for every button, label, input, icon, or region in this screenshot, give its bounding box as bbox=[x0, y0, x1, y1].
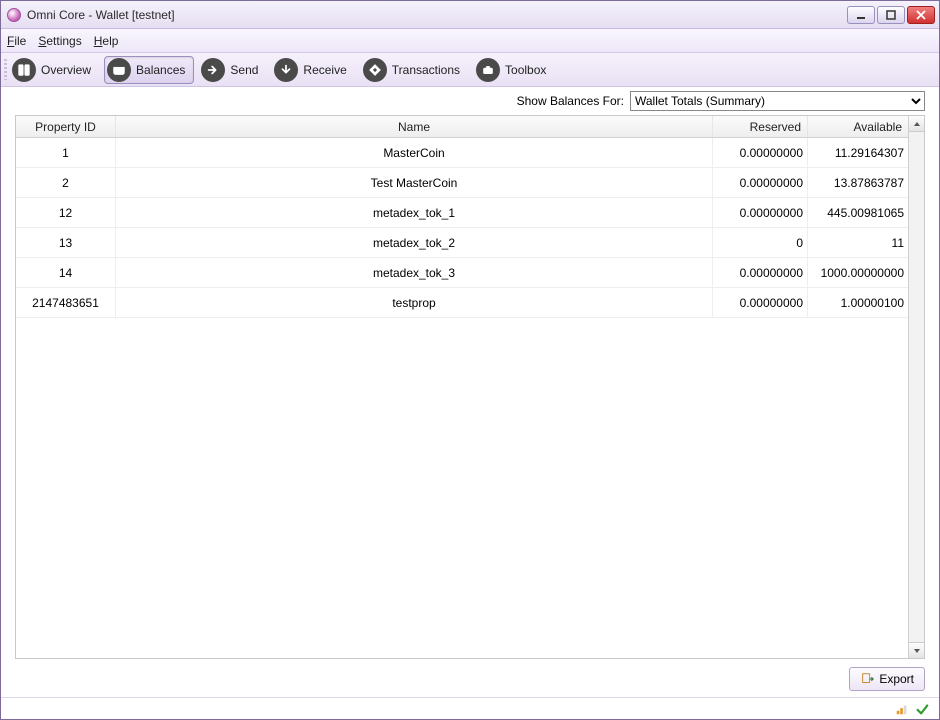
transactions-button[interactable]: Transactions bbox=[360, 56, 469, 84]
cell-reserved: 0.00000000 bbox=[713, 168, 808, 197]
table-body: 1MasterCoin0.0000000011.291643072Test Ma… bbox=[16, 138, 908, 658]
menu-settings[interactable]: Settings bbox=[38, 34, 81, 48]
balances-table: Property ID Name Reserved Available 1Mas… bbox=[16, 116, 908, 658]
transactions-label: Transactions bbox=[392, 63, 460, 77]
table-row[interactable]: 1MasterCoin0.0000000011.29164307 bbox=[16, 138, 908, 168]
balances-table-wrap: Property ID Name Reserved Available 1Mas… bbox=[15, 115, 925, 659]
balances-button[interactable]: Balances bbox=[104, 56, 194, 84]
cell-name: metadex_tok_3 bbox=[116, 258, 713, 287]
cell-property-id: 2 bbox=[16, 168, 116, 197]
col-property-id[interactable]: Property ID bbox=[16, 116, 116, 137]
export-bar: Export bbox=[1, 667, 939, 697]
chevron-up-icon bbox=[913, 120, 921, 128]
menubar: File Settings Help bbox=[1, 29, 939, 53]
scroll-track[interactable] bbox=[909, 132, 924, 642]
menu-file[interactable]: File bbox=[7, 34, 26, 48]
maximize-icon bbox=[886, 10, 896, 20]
receive-label: Receive bbox=[303, 63, 346, 77]
app-icon bbox=[7, 8, 21, 22]
cell-available: 445.00981065 bbox=[808, 198, 908, 227]
scroll-up-button[interactable] bbox=[909, 116, 924, 132]
table-row[interactable]: 2147483651testprop0.000000001.00000100 bbox=[16, 288, 908, 318]
cell-property-id: 13 bbox=[16, 228, 116, 257]
cell-available: 1.00000100 bbox=[808, 288, 908, 317]
close-icon bbox=[916, 10, 926, 20]
menu-help-rest: elp bbox=[102, 34, 118, 48]
cell-reserved: 0 bbox=[713, 228, 808, 257]
maximize-button[interactable] bbox=[877, 6, 905, 24]
transactions-icon bbox=[363, 58, 387, 82]
table-header: Property ID Name Reserved Available bbox=[16, 116, 908, 138]
menu-file-rest: ile bbox=[14, 34, 26, 48]
cell-reserved: 0.00000000 bbox=[713, 138, 808, 167]
show-balances-label: Show Balances For: bbox=[517, 94, 624, 108]
window-title: Omni Core - Wallet [testnet] bbox=[27, 8, 847, 22]
chevron-down-icon bbox=[913, 647, 921, 655]
menu-settings-rest: ettings bbox=[46, 34, 81, 48]
cell-name: metadex_tok_2 bbox=[116, 228, 713, 257]
cell-property-id: 12 bbox=[16, 198, 116, 227]
cell-available: 1000.00000000 bbox=[808, 258, 908, 287]
col-available[interactable]: Available bbox=[808, 116, 908, 137]
network-bars-icon bbox=[895, 702, 909, 716]
table-row[interactable]: 2Test MasterCoin0.0000000013.87863787 bbox=[16, 168, 908, 198]
cell-reserved: 0.00000000 bbox=[713, 198, 808, 227]
overview-icon bbox=[12, 58, 36, 82]
vertical-scrollbar[interactable] bbox=[908, 116, 924, 658]
cell-property-id: 1 bbox=[16, 138, 116, 167]
cell-available: 11.29164307 bbox=[808, 138, 908, 167]
cell-reserved: 0.00000000 bbox=[713, 288, 808, 317]
minimize-icon bbox=[856, 10, 866, 20]
overview-label: Overview bbox=[41, 63, 91, 77]
cell-name: testprop bbox=[116, 288, 713, 317]
scroll-down-button[interactable] bbox=[909, 642, 924, 658]
overview-button[interactable]: Overview bbox=[9, 56, 100, 84]
show-balances-select[interactable]: Wallet Totals (Summary) bbox=[630, 91, 925, 111]
export-button[interactable]: Export bbox=[849, 667, 925, 691]
receive-button[interactable]: Receive bbox=[271, 56, 355, 84]
cell-property-id: 2147483651 bbox=[16, 288, 116, 317]
cell-property-id: 14 bbox=[16, 258, 116, 287]
send-icon bbox=[201, 58, 225, 82]
cell-name: MasterCoin bbox=[116, 138, 713, 167]
menu-help[interactable]: Help bbox=[94, 34, 119, 48]
cell-name: metadex_tok_1 bbox=[116, 198, 713, 227]
toolbox-label: Toolbox bbox=[505, 63, 546, 77]
toolbox-icon bbox=[476, 58, 500, 82]
minimize-button[interactable] bbox=[847, 6, 875, 24]
statusbar bbox=[1, 697, 939, 719]
sync-check-icon bbox=[915, 702, 929, 716]
app-window: Omni Core - Wallet [testnet] File Settin… bbox=[0, 0, 940, 720]
balances-icon bbox=[107, 58, 131, 82]
balances-label: Balances bbox=[136, 63, 185, 77]
col-name[interactable]: Name bbox=[116, 116, 713, 137]
send-label: Send bbox=[230, 63, 258, 77]
export-label: Export bbox=[879, 672, 914, 686]
send-button[interactable]: Send bbox=[198, 56, 267, 84]
titlebar: Omni Core - Wallet [testnet] bbox=[1, 1, 939, 29]
export-icon bbox=[860, 672, 874, 686]
table-row[interactable]: 12metadex_tok_10.00000000445.00981065 bbox=[16, 198, 908, 228]
cell-available: 11 bbox=[808, 228, 908, 257]
close-button[interactable] bbox=[907, 6, 935, 24]
cell-available: 13.87863787 bbox=[808, 168, 908, 197]
cell-reserved: 0.00000000 bbox=[713, 258, 808, 287]
table-row[interactable]: 13metadex_tok_2011 bbox=[16, 228, 908, 258]
toolbox-button[interactable]: Toolbox bbox=[473, 56, 555, 84]
toolbar: Overview Balances Send Receive Transacti… bbox=[1, 53, 939, 87]
receive-icon bbox=[274, 58, 298, 82]
cell-name: Test MasterCoin bbox=[116, 168, 713, 197]
col-reserved[interactable]: Reserved bbox=[713, 116, 808, 137]
balances-filter-bar: Show Balances For: Wallet Totals (Summar… bbox=[1, 87, 939, 115]
table-row[interactable]: 14metadex_tok_30.000000001000.00000000 bbox=[16, 258, 908, 288]
window-controls bbox=[847, 6, 935, 24]
